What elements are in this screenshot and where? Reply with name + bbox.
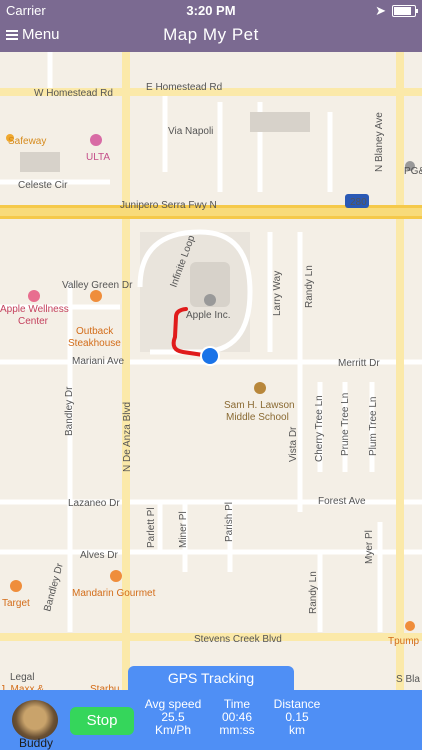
distance-stat: Distance 0.15 km bbox=[268, 698, 326, 737]
map-label: Vista Dr bbox=[288, 426, 299, 462]
map-label: Parish Pl bbox=[224, 502, 235, 542]
gps-tracking-tab[interactable]: GPS Tracking bbox=[128, 666, 294, 690]
map-label: Mariani Ave bbox=[72, 356, 125, 367]
status-time: 3:20 PM bbox=[186, 3, 236, 18]
app-title: Map My Pet bbox=[163, 25, 259, 44]
map-label: N De Anza Blvd bbox=[122, 402, 133, 472]
map-label: Randy Ln bbox=[304, 265, 315, 308]
map-label: Target bbox=[2, 598, 30, 609]
map-label: Merritt Dr bbox=[338, 358, 380, 369]
map-view[interactable]: W Homestead Rd E Homestead Rd Safeway UL… bbox=[0, 52, 422, 700]
ulta-icon bbox=[90, 134, 102, 146]
time-stat: Time 00:46 mm:ss bbox=[212, 698, 262, 737]
nav-bar: Menu Map My Pet bbox=[0, 20, 422, 52]
map-label: Plum Tree Ln bbox=[368, 397, 379, 456]
map-label: Stevens Creek Blvd bbox=[194, 634, 282, 645]
wellness-icon bbox=[28, 290, 40, 302]
map-label: S Bla bbox=[396, 674, 420, 685]
map-label: Safeway bbox=[8, 136, 46, 147]
pet-name: Buddy bbox=[18, 736, 54, 750]
distance-unit: km bbox=[289, 723, 305, 737]
location-arrow-icon: ➤ bbox=[375, 3, 386, 18]
map-label: E Homestead Rd bbox=[146, 82, 222, 93]
map-label: Apple Inc. bbox=[186, 310, 230, 321]
map-label: Bandley Dr bbox=[64, 386, 75, 436]
target-icon bbox=[10, 580, 22, 592]
map-label: Cherry Tree Ln bbox=[314, 395, 325, 462]
current-location-marker bbox=[202, 348, 218, 364]
map-label: Outback bbox=[76, 326, 114, 337]
map-label: 280 bbox=[350, 197, 367, 208]
mandarin-icon bbox=[110, 570, 122, 582]
map-label: Prune Tree Ln bbox=[340, 393, 351, 456]
avg-speed-stat: Avg speed 25.5 Km/Ph bbox=[140, 698, 206, 737]
map-label: Via Napoli bbox=[168, 126, 213, 137]
map-label: Celeste Cir bbox=[18, 180, 68, 191]
avg-speed-unit: Km/Ph bbox=[154, 723, 191, 737]
map-label: Middle School bbox=[226, 412, 289, 423]
map-label: ULTA bbox=[86, 152, 110, 163]
school-icon bbox=[254, 382, 266, 394]
map-label: Steakhouse bbox=[68, 338, 121, 349]
map-label: Sam H. Lawson bbox=[224, 400, 295, 411]
map-label: Lazaneo Dr bbox=[68, 498, 120, 509]
map-label: Mandarin Gourmet bbox=[72, 588, 156, 599]
map-label: Forest Ave bbox=[318, 496, 366, 507]
map-label: Miner Pl bbox=[178, 511, 189, 548]
map-label: Junipero Serra Fwy N bbox=[120, 200, 217, 211]
tpump-icon bbox=[405, 621, 415, 631]
status-bar: Carrier 3:20 PM ➤ bbox=[0, 0, 422, 20]
battery-icon bbox=[392, 5, 418, 17]
apple-icon bbox=[204, 294, 216, 306]
map-label: Center bbox=[18, 316, 49, 327]
map-label: PG& bbox=[404, 166, 422, 177]
map-label: Alves Dr bbox=[80, 550, 118, 561]
map-label: Randy Ln bbox=[308, 571, 319, 614]
map-label: W Homestead Rd bbox=[34, 88, 113, 99]
map-label: Myer Pl bbox=[364, 530, 375, 564]
stop-button[interactable]: Stop bbox=[70, 707, 134, 735]
restaurant-icon bbox=[90, 290, 102, 302]
map-label: Valley Green Dr bbox=[62, 280, 133, 291]
map-label: Parlett Pl bbox=[146, 507, 157, 548]
map-label: Larry Way bbox=[272, 271, 283, 316]
status-icons: ➤ bbox=[375, 3, 418, 19]
map-label: Apple Wellness bbox=[0, 304, 69, 315]
pet-avatar[interactable] bbox=[12, 700, 58, 740]
map-label: Tpump bbox=[388, 636, 420, 647]
map-label: Legal bbox=[10, 672, 34, 683]
time-unit: mm:ss bbox=[219, 723, 255, 737]
map-label: N Blaney Ave bbox=[374, 112, 385, 172]
map-canvas[interactable]: W Homestead Rd E Homestead Rd Safeway UL… bbox=[0, 52, 422, 700]
